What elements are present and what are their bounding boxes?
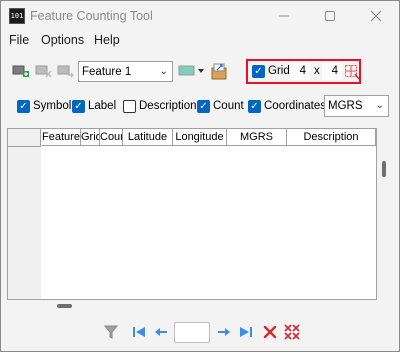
delete-record-button[interactable] [261,323,279,341]
count-label: Count [213,100,244,112]
grid-settings-group: ✓ Grid 4 x 4 [246,59,361,84]
delete-all-button[interactable] [283,323,301,341]
draw-grid-icon [345,65,360,80]
delete-record-icon [263,325,277,339]
color-swatch-icon [178,65,204,76]
close-button[interactable] [353,1,399,31]
menu-options[interactable]: Options [41,33,84,47]
delete-all-icon [284,324,300,340]
column-header-grid[interactable]: Grid [81,129,100,146]
column-header-latitude[interactable]: Latitude [123,129,173,146]
first-record-icon [133,327,145,337]
previous-record-icon [155,328,167,336]
label-checkbox[interactable]: ✓ [72,100,85,113]
next-record-icon [218,328,230,336]
description-checkbox[interactable] [123,100,136,113]
column-header-feature[interactable]: Feature [42,129,81,146]
count-checkbox[interactable]: ✓ [197,100,210,113]
description-label: Description [139,100,197,112]
chevron-down-icon: ⌄ [159,66,168,77]
horizontal-scrollbar[interactable] [57,304,72,308]
coord-format-value: MGRS [328,100,363,112]
maximize-icon [325,11,335,21]
filter-icon [103,325,119,339]
previous-record-button[interactable] [152,323,170,341]
label-label: Label [88,100,117,112]
symbol-checkbox[interactable]: ✓ [17,100,30,113]
column-header-mgrs[interactable]: MGRS [227,129,287,146]
column-header-count[interactable]: Count [100,129,123,146]
first-record-button[interactable] [130,323,148,341]
remove-feature-button[interactable] [35,63,53,79]
app-icon: 101 [9,8,25,24]
grid-rows-input[interactable]: 4 [290,63,310,80]
add-feature-button[interactable] [12,63,30,79]
menu-bar: File Options Help [1,31,399,51]
grid-checkbox[interactable]: ✓ [252,65,265,78]
color-picker[interactable] [178,64,206,78]
title-bar[interactable]: 101 Feature Counting Tool [1,1,399,31]
grid-times-label: x [314,65,320,77]
feature-select-value: Feature 1 [82,65,132,78]
features-table[interactable]: Feature Grid Count Latitude Longitude MG… [7,128,377,300]
minimize-icon [279,15,289,17]
draw-grid-button[interactable] [344,64,360,80]
feature-select[interactable]: Feature 1 ⌄ [78,61,173,82]
filter-button[interactable] [102,323,120,341]
add-feature-icon [12,65,29,77]
export-icon [211,63,227,80]
row-header-area [8,146,41,299]
move-feature-icon [57,65,74,78]
vertical-scrollbar[interactable] [382,161,386,177]
export-button[interactable] [210,61,228,81]
grid-label: Grid [268,65,290,77]
column-header-description[interactable]: Description [287,129,376,146]
record-number-input[interactable] [174,322,210,343]
remove-feature-icon [35,65,52,78]
last-record-button[interactable] [237,323,255,341]
maximize-button[interactable] [307,1,353,31]
close-icon [370,10,382,22]
window-title: Feature Counting Tool [30,9,153,23]
coordinates-checkbox[interactable]: ✓ [248,100,261,113]
minimize-button[interactable] [261,1,307,31]
symbol-label: Symbol [33,100,72,112]
coordinates-label: Coordinates [264,100,327,112]
menu-help[interactable]: Help [94,33,120,47]
coord-format-select[interactable]: MGRS ⌄ [324,95,389,117]
grid-cols-input[interactable]: 4 [322,63,342,80]
last-record-icon [240,327,252,337]
next-record-button[interactable] [215,323,233,341]
chevron-down-icon: ⌄ [375,100,384,111]
column-header-longitude[interactable]: Longitude [173,129,227,146]
menu-file[interactable]: File [9,33,29,47]
move-feature-button[interactable] [57,63,75,79]
app-window: 101 Feature Counting Tool File Options H… [0,0,400,352]
